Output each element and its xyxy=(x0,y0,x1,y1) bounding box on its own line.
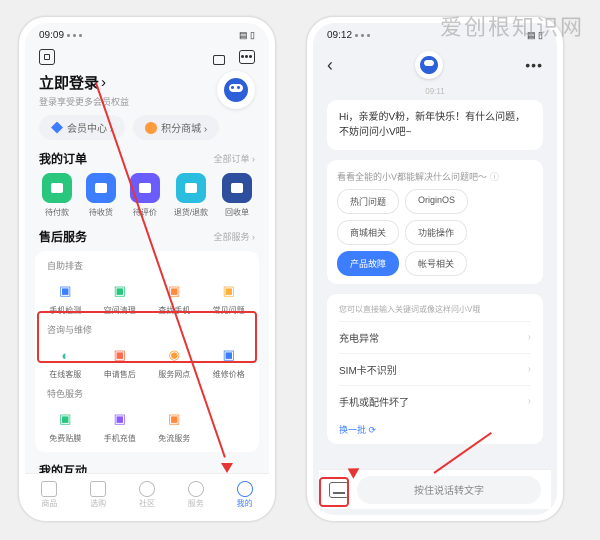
chip-fault[interactable]: 产品故障 xyxy=(337,251,399,276)
tab-community[interactable]: 社区 xyxy=(139,481,155,509)
settings-icon[interactable] xyxy=(39,49,55,65)
clean-icon: ▣ xyxy=(109,280,131,302)
faq-charging[interactable]: 充电异常 xyxy=(339,321,531,353)
back-button[interactable]: ‹ xyxy=(327,55,333,76)
truck-icon xyxy=(86,173,116,203)
tab-shop[interactable]: 选购 xyxy=(90,481,106,509)
coin-icon xyxy=(145,122,157,134)
recycle-icon xyxy=(222,173,252,203)
order-pending-pay[interactable]: 待付款 xyxy=(42,173,72,218)
phone-right: 09:12 ▤ ▯ ‹ ••• 09:11 Hi，亲爱的V粉，新年快乐！有什么问… xyxy=(306,16,564,522)
recharge-icon: ▣ xyxy=(109,408,131,430)
input-bar: 按住说话转文字 xyxy=(319,469,551,509)
orders-more-link[interactable]: 全部订单 xyxy=(213,152,255,165)
orders-title: 我的订单 xyxy=(39,150,87,167)
message-icon[interactable] xyxy=(239,50,255,64)
more-button[interactable]: ••• xyxy=(525,57,543,73)
locate-icon: ▣ xyxy=(163,280,185,302)
data-icon: ▣ xyxy=(163,408,185,430)
avatar[interactable] xyxy=(217,71,255,109)
status-indicators: ▤ ▯ xyxy=(239,30,255,41)
phone-left: 09:09 ▤ ▯ 立即登录 登录享受更多会员权益 会员中心 › 积分商城 › … xyxy=(18,16,276,522)
chip-originos[interactable]: OriginOS xyxy=(405,189,468,214)
special-service-label: 特色服务 xyxy=(39,387,255,404)
keyboard-icon[interactable] xyxy=(329,482,349,498)
phone-check[interactable]: ▣手机检测 xyxy=(39,276,92,320)
bag-icon xyxy=(90,481,106,497)
faq-sim[interactable]: SIM卡不识别 xyxy=(339,353,531,385)
wallet-icon xyxy=(42,173,72,203)
price-icon: ▣ xyxy=(218,344,240,366)
chip-account[interactable]: 帐号相关 xyxy=(405,251,467,276)
chat-time: 09:11 xyxy=(313,83,557,100)
member-center-pill[interactable]: 会员中心 › xyxy=(39,115,125,140)
order-pending-review[interactable]: 待评价 xyxy=(130,173,160,218)
chip-hot[interactable]: 热门问题 xyxy=(337,189,399,214)
location-icon: ◉ xyxy=(163,344,185,366)
apply-aftersale[interactable]: ▣申请售后 xyxy=(94,340,147,384)
order-pending-receive[interactable]: 待收货 xyxy=(86,173,116,218)
chat-icon xyxy=(130,173,160,203)
faq-list-card: 您可以直接输入关键词或像这样问小V哦 充电异常 SIM卡不识别 手机或配件坏了 … xyxy=(327,294,543,444)
status-time-2: 09:12 xyxy=(327,30,352,41)
consult-repair-label: 咨询与维修 xyxy=(39,323,255,340)
diamond-icon xyxy=(51,122,63,134)
robot-icon-small xyxy=(420,56,438,74)
phone-check-icon: ▣ xyxy=(54,280,76,302)
suggest-heading: 看看全能的小V都能解决什么问题吧～ⓘ xyxy=(337,170,533,183)
faq[interactable]: ▣常见问题 xyxy=(203,276,256,320)
online-service[interactable]: ◐在线客服 xyxy=(39,340,92,384)
community-icon xyxy=(139,481,155,497)
status-bar: 09:09 ▤ ▯ xyxy=(25,23,269,43)
login-subtitle: 登录享受更多会员权益 xyxy=(39,95,129,108)
aftersale-title: 售后服务 xyxy=(39,228,87,245)
suggest-card: 看看全能的小V都能解决什么问题吧～ⓘ 热门问题 OriginOS 商城相关 功能… xyxy=(327,160,543,284)
phone-recharge[interactable]: ▣手机充值 xyxy=(94,404,147,448)
login-title: 立即登录 xyxy=(39,72,129,93)
status-time: 09:09 xyxy=(39,30,64,41)
form-icon: ▣ xyxy=(109,344,131,366)
home-icon xyxy=(41,481,57,497)
refresh-button[interactable]: 换一批 xyxy=(339,417,531,438)
chat-avatar[interactable] xyxy=(415,51,443,79)
login-block[interactable]: 立即登录 登录享受更多会员权益 xyxy=(39,72,129,108)
robot-icon xyxy=(224,78,248,102)
voice-input-button[interactable]: 按住说话转文字 xyxy=(357,476,541,504)
cart-icon[interactable] xyxy=(211,49,227,65)
status-indicators-2: ▤ ▯ xyxy=(527,30,543,41)
greeting-bubble: Hi，亲爱的V粉，新年快乐！有什么问题，不妨问问小V吧~ xyxy=(327,100,543,150)
tab-service[interactable]: 服务 xyxy=(188,481,204,509)
order-refund[interactable]: 退货/退款 xyxy=(174,173,208,218)
free-film[interactable]: ▣免费贴膜 xyxy=(39,404,92,448)
tab-bar: 商品 选购 社区 服务 我的 xyxy=(25,473,269,515)
find-phone[interactable]: ▣查找手机 xyxy=(148,276,201,320)
service-icon xyxy=(188,481,204,497)
headset-icon: ◐ xyxy=(54,344,76,366)
free-data[interactable]: ▣免流服务 xyxy=(148,404,201,448)
repair-price[interactable]: ▣维修价格 xyxy=(203,340,256,384)
list-hint: 您可以直接输入关键词或像这样问小V哦 xyxy=(339,300,531,321)
refund-icon xyxy=(176,173,206,203)
order-recycle[interactable]: 回收单 xyxy=(222,173,252,218)
chip-function[interactable]: 功能操作 xyxy=(405,220,467,245)
faq-icon: ▣ xyxy=(218,280,240,302)
tab-mine[interactable]: 我的 xyxy=(237,481,253,509)
faq-broken[interactable]: 手机或配件坏了 xyxy=(339,385,531,417)
service-points[interactable]: ◉服务网点 xyxy=(148,340,201,384)
points-mall-pill[interactable]: 积分商城 › xyxy=(133,115,219,140)
space-clean[interactable]: ▣空间清理 xyxy=(94,276,147,320)
chip-mall[interactable]: 商城相关 xyxy=(337,220,399,245)
selfhelp-label: 自助排查 xyxy=(39,259,255,276)
status-bar-2: 09:12 ▤ ▯ xyxy=(313,23,557,43)
aftersale-card: 自助排查 ▣手机检测 ▣空间清理 ▣查找手机 ▣常见问题 咨询与维修 ◐在线客服… xyxy=(35,251,259,452)
aftersale-more-link[interactable]: 全部服务 xyxy=(213,230,255,243)
person-icon xyxy=(237,481,253,497)
film-icon: ▣ xyxy=(54,408,76,430)
tab-products[interactable]: 商品 xyxy=(41,481,57,509)
